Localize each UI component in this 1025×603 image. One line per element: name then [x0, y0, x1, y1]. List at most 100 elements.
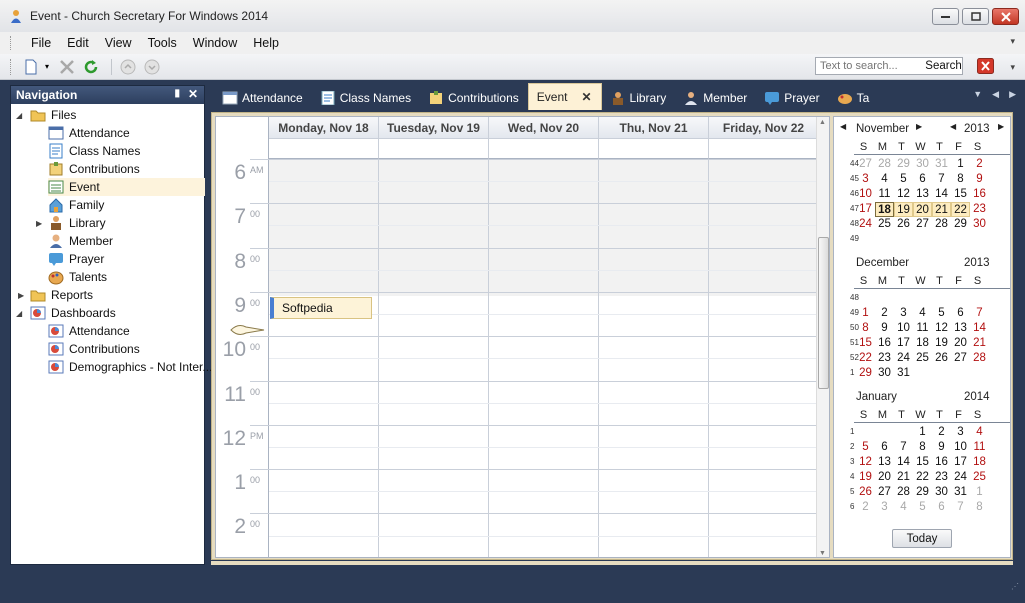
- calendar-day[interactable]: 21: [894, 470, 913, 485]
- tab-scroll-right-icon[interactable]: ▶: [1009, 89, 1016, 100]
- calendar-day[interactable]: 4: [894, 500, 913, 515]
- scroll-down-icon[interactable]: ▼: [819, 550, 826, 557]
- calendar-day[interactable]: 28: [894, 485, 913, 500]
- scrollbar-thumb[interactable]: [818, 237, 829, 389]
- calendar-day[interactable]: 31: [894, 366, 913, 381]
- calendar-day[interactable]: 20: [913, 202, 932, 217]
- tree-item-talents[interactable]: Talents: [48, 268, 107, 286]
- calendar-day[interactable]: 29: [913, 485, 932, 500]
- collapse-icon[interactable]: ◢: [16, 309, 26, 318]
- calendar-day[interactable]: 11: [913, 321, 932, 336]
- calendar-day[interactable]: 29: [951, 217, 970, 232]
- tab-talents[interactable]: Ta: [829, 86, 879, 110]
- calendar-day[interactable]: 1: [970, 485, 989, 500]
- toolbar-overflow-icon[interactable]: ▾: [1010, 62, 1015, 73]
- calendar-day[interactable]: 7: [951, 500, 970, 515]
- calendar-day[interactable]: 12: [856, 455, 875, 470]
- new-button[interactable]: [21, 57, 41, 77]
- day-header[interactable]: Tuesday, Nov 19: [379, 117, 489, 139]
- calendar-day[interactable]: 15: [951, 187, 970, 202]
- next-month-icon[interactable]: ▶: [916, 122, 922, 131]
- minimize-button[interactable]: [932, 8, 959, 25]
- calendar-day[interactable]: 21: [932, 202, 951, 217]
- collapse-icon[interactable]: ◢: [16, 111, 26, 120]
- calendar-day[interactable]: 6: [951, 306, 970, 321]
- tree-dashboards[interactable]: ◢ Dashboards: [16, 304, 116, 322]
- tab-library[interactable]: Library: [602, 86, 676, 110]
- clear-search-button[interactable]: [977, 58, 995, 75]
- calendar-day[interactable]: 1: [913, 425, 932, 440]
- calendar-day[interactable]: 26: [932, 351, 951, 366]
- calendar-day[interactable]: 4: [970, 425, 989, 440]
- calendar-day[interactable]: 14: [932, 187, 951, 202]
- calendar-day[interactable]: 28: [932, 217, 951, 232]
- appointment-softpedia[interactable]: Softpedia: [270, 297, 372, 319]
- calendar-day[interactable]: 27: [856, 157, 875, 172]
- day-header[interactable]: Monday, Nov 18: [269, 117, 379, 139]
- calendar-day[interactable]: 8: [970, 500, 989, 515]
- new-dropdown-icon[interactable]: ▾: [45, 62, 49, 71]
- date-navigator[interactable]: ◀ ▶ ◀ ▶ November 2013 S M T W T F S 44 27 28 29 30 31 1 2 45 3…: [833, 116, 1011, 558]
- menu-overflow-icon[interactable]: ▾: [1010, 36, 1015, 47]
- today-button[interactable]: Today: [892, 529, 952, 548]
- tree-item-class-names[interactable]: Class Names: [48, 142, 140, 160]
- calendar-day[interactable]: 17: [856, 202, 875, 217]
- calendar-day[interactable]: 28: [970, 351, 989, 366]
- calendar-day[interactable]: 15: [913, 455, 932, 470]
- calendar-day[interactable]: 19: [894, 202, 913, 217]
- calendar-day[interactable]: 10: [856, 187, 875, 202]
- calendar-day[interactable]: 7: [970, 306, 989, 321]
- tree-item-contributions[interactable]: Contributions: [48, 160, 140, 178]
- calendar-day[interactable]: 23: [970, 202, 989, 217]
- day-header[interactable]: Wed, Nov 20: [489, 117, 599, 139]
- calendar-day[interactable]: 5: [932, 306, 951, 321]
- calendar-day[interactable]: 5: [894, 172, 913, 187]
- tree-dashboard-demographics[interactable]: Demographics - Not Inter...: [48, 358, 212, 376]
- calendar-day[interactable]: 22: [913, 470, 932, 485]
- calendar-day[interactable]: 3: [894, 306, 913, 321]
- tab-list-dropdown-icon[interactable]: ▼: [973, 89, 982, 100]
- move-down-button[interactable]: [142, 57, 162, 77]
- calendar-day[interactable]: 25: [913, 351, 932, 366]
- nav-close-icon[interactable]: ✕: [188, 87, 198, 101]
- calendar-day[interactable]: 16: [970, 187, 989, 202]
- calendar-day[interactable]: 6: [913, 172, 932, 187]
- calendar-day[interactable]: 17: [951, 455, 970, 470]
- calendar-day[interactable]: 27: [875, 485, 894, 500]
- tree-dashboard-contributions[interactable]: Contributions: [48, 340, 140, 358]
- calendar-day[interactable]: 13: [951, 321, 970, 336]
- prev-year-icon[interactable]: ◀: [950, 122, 956, 131]
- calendar-day[interactable]: 17: [894, 336, 913, 351]
- calendar-day[interactable]: 2: [856, 500, 875, 515]
- calendar-day[interactable]: 23: [875, 351, 894, 366]
- vertical-scrollbar[interactable]: ▲ ▼: [816, 117, 829, 557]
- tree-reports[interactable]: ▶ Reports: [16, 286, 93, 304]
- calendar-day[interactable]: 29: [856, 366, 875, 381]
- calendar-day[interactable]: 26: [856, 485, 875, 500]
- tab-prayer[interactable]: Prayer: [756, 86, 828, 110]
- calendar-day[interactable]: 13: [913, 187, 932, 202]
- menu-tools[interactable]: Tools: [140, 36, 185, 50]
- calendar-day[interactable]: 8: [951, 172, 970, 187]
- search-button[interactable]: Search: [925, 58, 962, 74]
- calendar-day[interactable]: 10: [894, 321, 913, 336]
- day-header[interactable]: Friday, Nov 22: [709, 117, 819, 139]
- move-up-button[interactable]: [118, 57, 138, 77]
- calendar-day[interactable]: 25: [875, 217, 894, 232]
- calendar-day[interactable]: 21: [970, 336, 989, 351]
- calendar-day[interactable]: 26: [894, 217, 913, 232]
- pin-icon[interactable]: ▮: [174, 88, 180, 99]
- tab-member[interactable]: Member: [675, 86, 756, 110]
- menu-window[interactable]: Window: [185, 36, 245, 50]
- menu-view[interactable]: View: [97, 36, 140, 50]
- close-window-button[interactable]: [992, 8, 1019, 25]
- calendar-day[interactable]: 20: [951, 336, 970, 351]
- calendar-day[interactable]: 22: [856, 351, 875, 366]
- tree-dashboard-attendance[interactable]: Attendance: [48, 322, 130, 340]
- calendar-day[interactable]: 19: [856, 470, 875, 485]
- tree-item-member[interactable]: Member: [48, 232, 113, 250]
- calendar-day[interactable]: 7: [894, 440, 913, 455]
- calendar-day[interactable]: 18: [970, 455, 989, 470]
- tab-event[interactable]: Event ✕: [527, 83, 602, 110]
- calendar-day[interactable]: 27: [913, 217, 932, 232]
